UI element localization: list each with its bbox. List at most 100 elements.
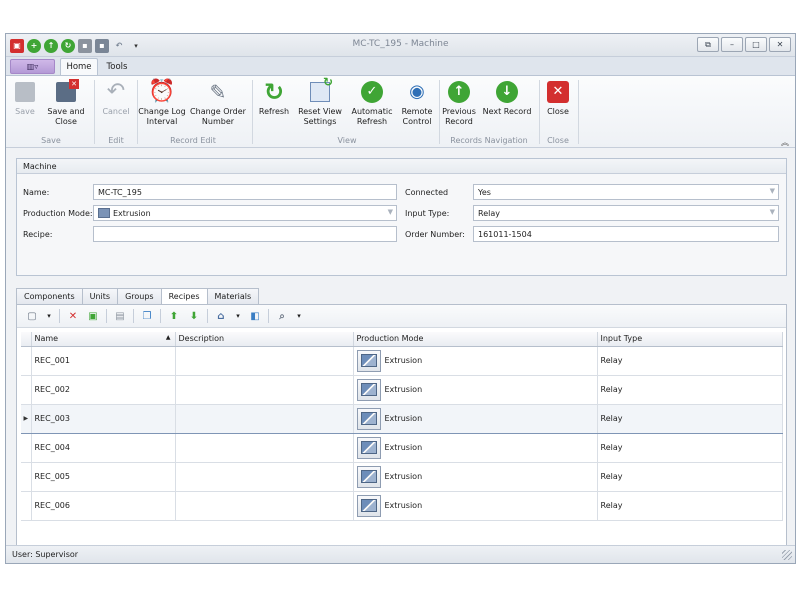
cell-input-type[interactable]: Relay	[597, 462, 783, 492]
cell-input-type[interactable]: Relay	[597, 346, 783, 376]
tab-components[interactable]: Components	[16, 288, 83, 304]
column-header-input-type[interactable]: Input Type	[597, 332, 783, 347]
table-row[interactable]: REC_002 Extrusion Relay	[21, 375, 783, 405]
save-button[interactable]: Save	[10, 80, 40, 117]
tab-tools[interactable]: Tools	[100, 58, 134, 75]
cell-description[interactable]	[175, 403, 354, 434]
automatic-refresh-button[interactable]: ✓ Automatic Refresh	[348, 80, 396, 127]
restore-icon[interactable]: ⧉	[697, 37, 719, 52]
extrusion-icon[interactable]	[356, 378, 381, 401]
export-excel-icon[interactable]: ▣	[86, 309, 100, 323]
detail-tabs: Components Units Groups Recipes Material…	[16, 288, 260, 305]
column-header-description[interactable]: Description	[175, 332, 354, 347]
collapse-ribbon-icon[interactable]: ︽	[781, 137, 789, 148]
recipe-field[interactable]	[93, 226, 397, 242]
close-window-button[interactable]: ✕	[769, 37, 791, 52]
home-icon[interactable]: ⌂	[214, 309, 228, 323]
cell-production-mode[interactable]: Extrusion	[353, 462, 598, 492]
extrusion-icon[interactable]	[356, 465, 381, 488]
cell-description[interactable]	[175, 375, 354, 405]
print-icon[interactable]: ▤	[113, 309, 127, 323]
tab-groups[interactable]: Groups	[117, 288, 162, 304]
input-type-label: Input Type:	[405, 209, 450, 218]
minimize-button[interactable]: –	[721, 37, 743, 52]
group-label-save: Save	[41, 136, 61, 145]
extrusion-icon[interactable]	[356, 349, 381, 372]
change-order-number-button[interactable]: ✎ Change Order Number	[190, 80, 246, 127]
window-title: MC-TC_195 - Machine	[352, 39, 449, 49]
production-mode-select[interactable]: Extrusion ▼	[93, 205, 397, 221]
cell-name[interactable]: REC_004	[31, 433, 176, 463]
cell-production-mode[interactable]: Extrusion	[353, 375, 598, 405]
table-row[interactable]: REC_004 Extrusion Relay	[21, 433, 783, 463]
table-row[interactable]: REC_001 Extrusion Relay	[21, 346, 783, 376]
arrow-down-circle-icon: ↓	[496, 81, 518, 103]
table-row-selected[interactable]: ▶ REC_003 Extrusion Relay	[21, 403, 783, 434]
app-menu-button[interactable]: ▥▿	[10, 59, 55, 74]
cancel-button[interactable]: ↶ Cancel	[96, 80, 136, 117]
move-down-icon[interactable]: ⬇	[187, 309, 201, 323]
remote-control-button[interactable]: ◉ Remote Control	[398, 80, 436, 127]
status-user: User: Supervisor	[12, 550, 79, 559]
window-icon[interactable]: ❐	[140, 309, 154, 323]
change-log-interval-button[interactable]: ⏰ Change Log Interval	[137, 80, 187, 127]
cell-input-type[interactable]: Relay	[597, 403, 783, 434]
connected-select[interactable]: Yes ▼	[473, 184, 779, 200]
cell-input-type[interactable]: Relay	[597, 491, 783, 521]
sort-ascending-icon: ▲	[165, 334, 171, 342]
cell-production-mode[interactable]: Extrusion	[353, 346, 598, 376]
alarm-clock-icon: ⏰	[148, 79, 176, 104]
extrusion-icon	[98, 208, 110, 218]
recipes-panel: ▢ ▾ ✕ ▣ ▤ ❐ ⬆ ⬇ ⌂ ▾ ◧ ⌕ ▾ Name ▲ Descrip…	[16, 304, 787, 563]
layout-icon[interactable]: ◧	[248, 309, 262, 323]
cell-production-mode[interactable]: Extrusion	[353, 433, 598, 463]
disk-icon	[15, 82, 35, 102]
name-field[interactable]: MC-TC_195	[93, 184, 397, 200]
chevron-down-icon[interactable]: ▾	[45, 309, 53, 323]
tab-materials[interactable]: Materials	[206, 288, 260, 304]
cell-input-type[interactable]: Relay	[597, 375, 783, 405]
machine-window: ▣ + ↑ ↻ ▪ ▪ ↶ ▾ MC-TC_195 - Machine ⧉ – …	[5, 33, 796, 564]
extrusion-icon[interactable]	[356, 436, 381, 459]
input-type-select[interactable]: Relay ▼	[473, 205, 779, 221]
cell-description[interactable]	[175, 462, 354, 492]
delete-icon[interactable]: ✕	[66, 309, 80, 323]
cell-name[interactable]: REC_002	[31, 375, 176, 405]
extrusion-icon[interactable]	[356, 407, 381, 430]
reset-view-settings-button[interactable]: ↻ Reset View Settings	[296, 76, 344, 127]
close-button[interactable]: ✕ Close	[541, 80, 575, 117]
cell-name[interactable]: REC_005	[31, 462, 176, 492]
column-header-production-mode[interactable]: Production Mode	[353, 332, 598, 347]
recipe-label: Recipe:	[23, 230, 53, 239]
tab-home[interactable]: Home	[60, 58, 98, 75]
new-record-icon[interactable]: ▢	[25, 309, 39, 323]
order-number-field[interactable]: 161011-1504	[473, 226, 779, 242]
resize-grip-icon[interactable]	[782, 550, 792, 560]
search-document-icon[interactable]: ⌕	[275, 309, 289, 323]
cell-description[interactable]	[175, 433, 354, 463]
tab-units[interactable]: Units	[81, 288, 119, 304]
save-and-close-button[interactable]: ✕ Save and Close	[44, 79, 88, 127]
next-record-button[interactable]: ↓ Next Record	[480, 80, 534, 117]
extrusion-icon[interactable]	[356, 494, 381, 517]
cell-production-mode[interactable]: Extrusion	[353, 403, 598, 434]
chevron-down-icon[interactable]: ▾	[234, 309, 242, 323]
column-header-name[interactable]: Name ▲	[31, 332, 176, 347]
cell-name[interactable]: REC_003	[31, 403, 176, 434]
table-row[interactable]: REC_005 Extrusion Relay	[21, 462, 783, 492]
cell-name[interactable]: REC_006	[31, 491, 176, 521]
cell-description[interactable]	[175, 346, 354, 376]
cell-input-type[interactable]: Relay	[597, 433, 783, 463]
chevron-down-icon[interactable]: ▾	[295, 309, 303, 323]
tab-recipes[interactable]: Recipes	[160, 288, 208, 305]
grid-toolbar: ▢ ▾ ✕ ▣ ▤ ❐ ⬆ ⬇ ⌂ ▾ ◧ ⌕ ▾	[17, 305, 786, 328]
chevron-down-icon: ▼	[769, 208, 775, 216]
cell-description[interactable]	[175, 491, 354, 521]
table-row[interactable]: REC_006 Extrusion Relay	[21, 491, 783, 521]
move-up-icon[interactable]: ⬆	[167, 309, 181, 323]
cell-name[interactable]: REC_001	[31, 346, 176, 376]
refresh-button[interactable]: ↻ Refresh	[256, 80, 292, 117]
maximize-button[interactable]: □	[745, 37, 767, 52]
cell-production-mode[interactable]: Extrusion	[353, 491, 598, 521]
previous-record-button[interactable]: ↑ Previous Record	[440, 80, 478, 127]
